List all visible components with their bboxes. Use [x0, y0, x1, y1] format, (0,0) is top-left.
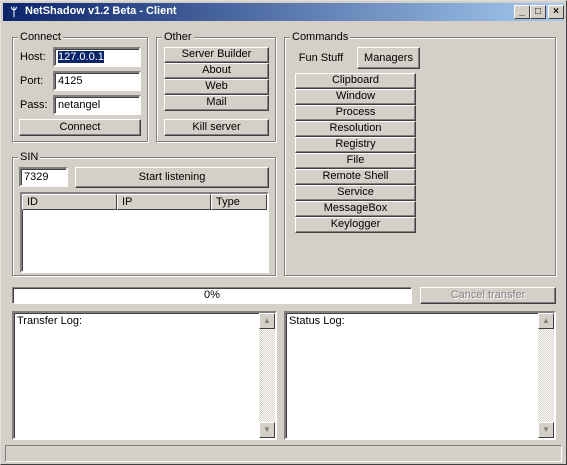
- clipboard-button[interactable]: Clipboard: [295, 73, 416, 89]
- status-log[interactable]: Status Log: ▲ ▼: [284, 311, 556, 440]
- messagebox-button[interactable]: MessageBox: [295, 201, 416, 217]
- port-label: Port:: [20, 75, 44, 87]
- mail-button[interactable]: Mail: [164, 95, 269, 111]
- web-button[interactable]: Web: [164, 79, 269, 95]
- transfer-progress-bar: 0%: [12, 287, 412, 304]
- port-input[interactable]: 4125: [53, 71, 141, 91]
- column-type[interactable]: Type: [211, 194, 267, 210]
- column-ip[interactable]: IP: [117, 194, 211, 210]
- scroll-down-icon[interactable]: ▼: [538, 422, 554, 438]
- status-bar: [5, 445, 562, 462]
- server-builder-button[interactable]: Server Builder: [164, 47, 269, 63]
- keylogger-button[interactable]: Keylogger: [295, 217, 416, 233]
- cancel-transfer-button[interactable]: Cancel transfer: [420, 287, 556, 304]
- sin-port-input[interactable]: 7329: [19, 167, 68, 187]
- minimize-button[interactable]: _: [514, 5, 530, 19]
- sin-group-label: SIN: [18, 151, 41, 163]
- tab-fun-stuff[interactable]: Fun Stuff: [293, 49, 349, 69]
- connect-group: Connect Host: 127.0.0.1 Port: 4125 Pass:…: [12, 31, 148, 142]
- maximize-button[interactable]: □: [530, 5, 546, 19]
- status-log-scrollbar[interactable]: ▲ ▼: [538, 313, 554, 438]
- managers-button-list: Clipboard Window Process Resolution Regi…: [295, 73, 416, 233]
- scroll-up-icon[interactable]: ▲: [538, 313, 554, 329]
- about-button[interactable]: About: [164, 63, 269, 79]
- remote-shell-button[interactable]: Remote Shell: [295, 169, 416, 185]
- kill-server-button[interactable]: Kill server: [164, 119, 269, 136]
- commands-group: Commands Fun Stuff Managers Clipboard Wi…: [284, 31, 556, 276]
- commands-group-label: Commands: [290, 31, 351, 43]
- close-button[interactable]: ×: [548, 5, 564, 19]
- sin-group: SIN 7329 Start listening ID IP Type: [12, 151, 276, 276]
- main-window: ᛘ NetShadow v1.2 Beta - Client _ □ × Con…: [0, 0, 567, 465]
- registry-button[interactable]: Registry: [295, 137, 416, 153]
- host-value: 127.0.0.1: [58, 51, 104, 63]
- connections-list[interactable]: ID IP Type: [20, 192, 269, 273]
- title-bar[interactable]: ᛘ NetShadow v1.2 Beta - Client _ □ ×: [3, 3, 564, 21]
- other-group-label: Other: [162, 31, 194, 43]
- window-title: NetShadow v1.2 Beta - Client: [25, 5, 177, 17]
- process-button[interactable]: Process: [295, 105, 416, 121]
- status-log-text: Status Log:: [289, 315, 345, 327]
- scroll-down-icon[interactable]: ▼: [259, 422, 275, 438]
- resolution-button[interactable]: Resolution: [295, 121, 416, 137]
- pass-input[interactable]: netangel: [53, 95, 141, 115]
- transfer-log-text: Transfer Log:: [17, 315, 83, 327]
- netshadow-icon: ᛘ: [10, 5, 18, 19]
- file-button[interactable]: File: [295, 153, 416, 169]
- host-input[interactable]: 127.0.0.1: [53, 47, 141, 67]
- tab-managers[interactable]: Managers: [357, 47, 420, 69]
- scroll-up-icon[interactable]: ▲: [259, 313, 275, 329]
- connect-group-label: Connect: [18, 31, 63, 43]
- transfer-log-scrollbar[interactable]: ▲ ▼: [259, 313, 275, 438]
- other-group: Other Server Builder About Web Mail Kill…: [156, 31, 276, 142]
- connect-button[interactable]: Connect: [19, 119, 141, 136]
- transfer-log[interactable]: Transfer Log: ▲ ▼: [12, 311, 277, 440]
- start-listening-button[interactable]: Start listening: [75, 167, 269, 188]
- host-label: Host:: [20, 51, 46, 63]
- column-id[interactable]: ID: [22, 194, 117, 210]
- window-button[interactable]: Window: [295, 89, 416, 105]
- service-button[interactable]: Service: [295, 185, 416, 201]
- pass-label: Pass:: [20, 99, 48, 111]
